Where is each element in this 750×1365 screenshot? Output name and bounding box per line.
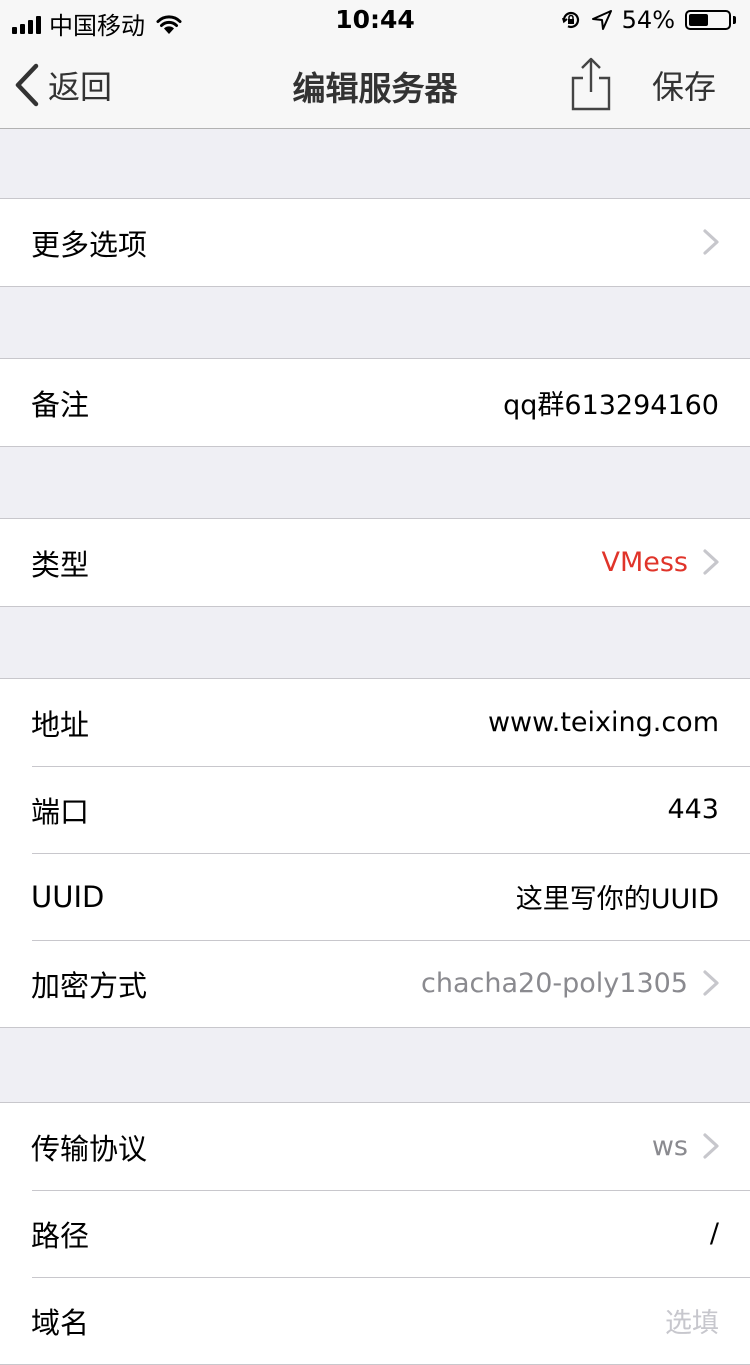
address-value[interactable]: www.teixing.com — [488, 707, 719, 738]
row-path[interactable]: 路径 / — [0, 1190, 750, 1277]
save-button[interactable]: 保存 — [652, 62, 716, 108]
encryption-value: chacha20-poly1305 — [421, 968, 688, 999]
share-icon[interactable] — [570, 56, 612, 112]
uuid-value[interactable]: 这里写你的UUID — [516, 877, 719, 916]
chevron-right-icon — [703, 1133, 719, 1159]
row-label: 路径 — [31, 1218, 90, 1253]
remark-value[interactable]: qq群613294160 — [503, 383, 719, 422]
row-label: 备注 — [31, 387, 90, 422]
row-port[interactable]: 端口 443 — [0, 766, 750, 853]
row-label: 地址 — [31, 707, 90, 742]
location-arrow-icon — [591, 10, 612, 30]
status-bar: 中国移动 10:44 54% — [0, 0, 750, 40]
page-title: 编辑服务器 — [292, 69, 458, 108]
row-domain[interactable]: 域名 选填 — [0, 1277, 750, 1364]
chevron-right-icon — [703, 970, 719, 996]
transport-value: ws — [651, 1131, 688, 1162]
battery-percent: 54% — [621, 6, 675, 34]
chevron-right-icon — [703, 549, 719, 575]
row-more-options[interactable]: 更多选项 — [0, 199, 750, 286]
row-label: 加密方式 — [31, 968, 148, 1003]
row-label: 域名 — [31, 1305, 90, 1340]
port-value[interactable]: 443 — [667, 794, 719, 825]
type-value: VMess — [601, 547, 688, 578]
navigation-bar: 返回 编辑服务器 保存 — [0, 40, 750, 129]
row-label: 传输协议 — [31, 1131, 148, 1166]
row-label: 更多选项 — [31, 227, 148, 262]
row-type[interactable]: 类型 VMess — [0, 519, 750, 606]
section-remark: 备注 qq群613294160 — [0, 358, 750, 447]
section-more-options: 更多选项 — [0, 198, 750, 287]
row-label: UUID — [31, 879, 105, 914]
section-server: 地址 www.teixing.com 端口 443 UUID 这里写你的UUID… — [0, 678, 750, 1028]
orientation-lock-icon — [561, 11, 579, 29]
domain-input[interactable]: 选填 — [665, 1301, 719, 1340]
row-address[interactable]: 地址 www.teixing.com — [0, 679, 750, 766]
section-transport: 传输协议 ws 路径 / 域名 选填 — [0, 1102, 750, 1365]
row-label: 端口 — [31, 794, 90, 829]
row-label: 类型 — [31, 547, 90, 582]
section-type: 类型 VMess — [0, 518, 750, 607]
row-encryption[interactable]: 加密方式 chacha20-poly1305 — [0, 940, 750, 1027]
row-uuid[interactable]: UUID 这里写你的UUID — [0, 853, 750, 940]
path-value[interactable]: / — [710, 1218, 719, 1249]
row-remark[interactable]: 备注 qq群613294160 — [0, 359, 750, 446]
row-transport[interactable]: 传输协议 ws — [0, 1103, 750, 1190]
battery-icon — [685, 10, 736, 30]
status-right: 54% — [560, 6, 736, 34]
chevron-right-icon — [703, 229, 719, 255]
